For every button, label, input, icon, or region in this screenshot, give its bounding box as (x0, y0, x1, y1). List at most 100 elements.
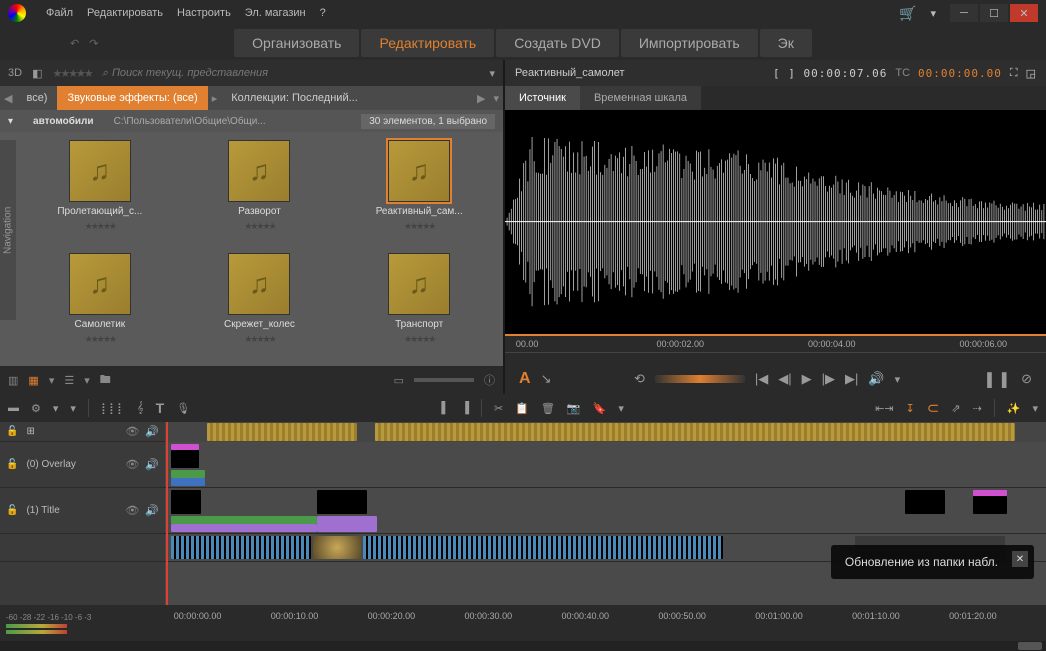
collapse-icon[interactable]: ▾ (8, 116, 13, 127)
close-button[interactable]: ✕ (1010, 4, 1038, 22)
bc-down-icon[interactable]: ▾ (489, 92, 503, 105)
navigation-sidebar-label[interactable]: Navigation (0, 140, 16, 320)
thumb-item[interactable]: ♫ Разворот ★★★★★ (184, 140, 336, 245)
mode-createdvd[interactable]: Создать DVD (496, 29, 619, 57)
redo-icon[interactable]: ↷ (89, 37, 98, 50)
volume-icon[interactable]: 🔊 (868, 371, 884, 387)
track-display-icon[interactable]: ▬ (8, 402, 19, 414)
eye-icon[interactable]: 👁 (125, 504, 139, 517)
clear-marks-icon[interactable]: ⊘ (1021, 371, 1032, 387)
clip[interactable] (171, 490, 201, 514)
shuttle-slider[interactable] (655, 375, 745, 383)
storyboard-header[interactable]: 🔓 ⊞ 👁 🔊 (0, 422, 165, 442)
clip[interactable] (207, 423, 357, 441)
bc-prev-icon[interactable]: ◀ (0, 92, 16, 105)
wand-icon[interactable]: ✨ (1007, 402, 1021, 415)
maximize-button[interactable]: ☐ (980, 4, 1008, 22)
clip[interactable] (171, 470, 205, 478)
bc-sound-effects[interactable]: Звуковые эффекты: (все) (57, 86, 207, 110)
menu-setup[interactable]: Настроить (177, 7, 231, 19)
thumb-item[interactable]: ♫ Транспорт ★★★★★ (343, 253, 495, 358)
grid-view-icon[interactable]: ▦ (28, 374, 38, 387)
lock-icon[interactable]: 🔓 (6, 459, 18, 470)
settings-icon[interactable]: ⚙ (31, 402, 41, 415)
voiceover-icon[interactable]: 🎙 (176, 402, 190, 415)
waveform-scrubbar[interactable] (505, 352, 1046, 364)
mode-export[interactable]: Эк (760, 29, 812, 57)
marker-dropdown-icon[interactable]: ▾ (618, 402, 624, 415)
mode-3d-toggle[interactable]: 3D (8, 67, 22, 79)
split-icon[interactable]: ▐ (461, 402, 469, 414)
info-icon[interactable]: ⓘ (484, 372, 495, 388)
zoom-slider[interactable] (414, 378, 474, 382)
clip[interactable] (363, 536, 723, 559)
search-dropdown-icon[interactable]: ▾ (489, 67, 495, 80)
cart-icon[interactable]: 🛒 (899, 5, 916, 22)
razor-icon[interactable]: ▌ (441, 402, 449, 414)
step-back-icon[interactable]: ◀| (778, 371, 791, 387)
tab-timeline[interactable]: Временная шкала (580, 86, 701, 110)
help-icon[interactable]: ? (320, 7, 326, 19)
waveform-display[interactable] (505, 110, 1046, 334)
menu-estore[interactable]: Эл. магазин (245, 7, 306, 19)
mode-import[interactable]: Импортировать (621, 29, 758, 57)
clip[interactable] (171, 516, 317, 524)
list-view-icon[interactable]: ☰ (64, 374, 74, 387)
settings-dropdown-icon[interactable]: ▾ (53, 402, 59, 415)
library-search[interactable]: ⌕ Поиск текущ. представления (102, 67, 480, 80)
trash-icon[interactable]: 🗑 (541, 402, 555, 415)
grid-dropdown-icon[interactable]: ▾ (49, 374, 55, 387)
menu-icon[interactable]: ▾ (70, 402, 76, 415)
thumb-item[interactable]: ♫ Скрежет_колес ★★★★★ (184, 253, 336, 358)
clip[interactable] (313, 536, 361, 559)
rating-filter[interactable]: ★★★★★ (52, 67, 91, 80)
speaker-icon[interactable]: 🔊 (145, 458, 159, 471)
thumb-item[interactable]: ♫ Самолетик ★★★★★ (24, 253, 176, 358)
clip[interactable] (171, 524, 317, 532)
playhead[interactable] (166, 422, 168, 605)
mode-edit[interactable]: Редактировать (361, 29, 494, 57)
popout-icon[interactable]: ◲ (1026, 67, 1036, 80)
thumb-item[interactable]: ♫ Пролетающий_с... ★★★★★ (24, 140, 176, 245)
link-icon[interactable]: ⇗ (951, 402, 960, 415)
clip[interactable] (317, 516, 377, 532)
eye-icon[interactable]: 👁 (125, 458, 139, 471)
speaker-icon[interactable]: 🔊 (145, 504, 159, 517)
mode-organize[interactable]: Организовать (234, 29, 359, 57)
play-icon[interactable]: ▶ (802, 371, 812, 387)
track-overlay[interactable] (165, 442, 1046, 488)
timeline-scrollbar[interactable] (0, 641, 1046, 651)
toast-close-button[interactable]: ✕ (1012, 551, 1028, 567)
sidebar-toggle-icon[interactable]: ▥ (8, 374, 18, 387)
fullscreen-icon[interactable]: ⛶ (1010, 67, 1018, 80)
clip[interactable] (171, 478, 205, 486)
video-track-header[interactable] (0, 534, 165, 562)
track-title[interactable] (165, 488, 1046, 534)
mark-in-icon[interactable]: ▐ (983, 372, 992, 387)
waveform-ruler[interactable]: 00.00 00:00:02.00 00:00:04.00 00:00:06.0… (505, 334, 1046, 352)
goto-start-icon[interactable]: |◀ (755, 371, 768, 387)
thumb-item-selected[interactable]: ♫ Реактивный_сам... ★★★★★ (343, 140, 495, 245)
storyboard-track[interactable] (165, 422, 1046, 442)
magnet-icon[interactable]: ⊂ (927, 399, 940, 417)
storyboard-icon[interactable]: ⊞ (26, 426, 34, 437)
stereo-icon[interactable]: ◧ (32, 67, 42, 80)
snapshot-icon[interactable]: 📷 (567, 402, 581, 415)
aspect-icon[interactable]: ▭ (394, 374, 404, 387)
mark-out-icon[interactable]: ▌ (1002, 372, 1011, 387)
audio-mode-button[interactable]: A (519, 370, 531, 388)
clip[interactable] (973, 496, 1007, 514)
bc-next-icon[interactable]: ▶ (473, 92, 489, 105)
trim-icon[interactable]: ⇤⇥ (875, 402, 893, 415)
marker-icon[interactable]: 🔖 (593, 402, 607, 415)
arrow-icon[interactable]: ↘ (541, 371, 552, 387)
cut-icon[interactable]: ✂ (494, 402, 503, 415)
undo-icon[interactable]: ↶ (70, 37, 79, 50)
minimize-button[interactable]: ─ (950, 4, 978, 22)
tc-master[interactable]: 00:00:00.00 (918, 67, 1002, 80)
eye-icon[interactable]: 👁 (125, 425, 139, 438)
wand-dropdown-icon[interactable]: ▾ (1032, 402, 1038, 415)
loop-icon[interactable]: ⟲ (634, 371, 645, 387)
clip[interactable] (375, 423, 1015, 441)
speaker-icon[interactable]: 🔊 (145, 425, 159, 438)
